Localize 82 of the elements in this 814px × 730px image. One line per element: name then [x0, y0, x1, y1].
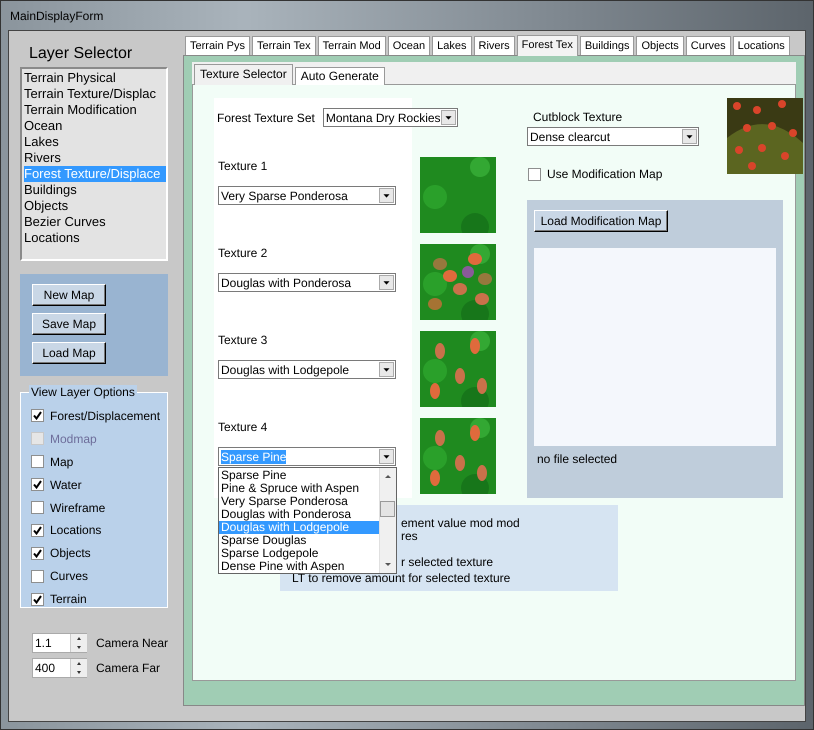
dropdown-option[interactable]: Sparse Lodgepole [219, 547, 379, 560]
layer-list-item[interactable]: Ocean [24, 118, 166, 134]
layer-checkbox[interactable] [31, 546, 44, 560]
map-button[interactable]: New Map [32, 284, 106, 306]
layer-checkbox[interactable] [31, 501, 44, 514]
layer-list-item[interactable]: Lakes [24, 134, 166, 150]
dropdown-option[interactable]: Sparse Douglas [219, 534, 379, 547]
checkbox-label: Curves [50, 569, 88, 584]
cutblock-dropdown[interactable]: Dense clearcut [527, 127, 699, 146]
info-text: ement value mod mod [401, 517, 520, 530]
tab[interactable]: Curves [686, 36, 731, 55]
dropdown-option[interactable]: Pine & Spruce with Aspen [219, 482, 379, 495]
info-text: res [401, 530, 418, 543]
tab[interactable]: Ocean [388, 36, 430, 55]
layer-list-item[interactable]: Locations [24, 230, 166, 246]
layer-selector-heading: Layer Selector [29, 45, 134, 64]
map-button[interactable]: Save Map [32, 313, 106, 335]
dropdown-option[interactable]: Sparse Pine [219, 469, 379, 482]
tab[interactable]: Texture Selector [194, 64, 293, 85]
info-text: r selected texture [401, 556, 494, 569]
spin-up-icon[interactable] [70, 634, 87, 643]
tab[interactable]: Locations [732, 36, 790, 55]
spin-down-icon[interactable] [71, 668, 87, 677]
number-field[interactable]: 400 [32, 658, 87, 678]
field-label: Texture 1 [218, 159, 268, 173]
tab[interactable]: Buildings [580, 36, 634, 55]
tab[interactable]: Terrain Pys [185, 36, 250, 55]
load-modification-map-button[interactable]: Load Modification Map [534, 210, 668, 232]
window-title: MainDisplayForm [10, 8, 104, 22]
map-button[interactable]: Load Map [32, 342, 106, 364]
texture-dropdown[interactable]: Very Sparse Ponderosa [218, 186, 396, 205]
file-status: no file selected [537, 452, 618, 466]
checkbox-label: Terrain [50, 592, 87, 606]
checkbox[interactable] [528, 168, 541, 180]
layer-list-item[interactable]: Bezier Curves [24, 214, 166, 230]
checkbox-label: Forest/Displacement [50, 408, 160, 423]
layer-list-item[interactable]: Objects [24, 198, 166, 214]
texture-dropdown[interactable]: Douglas with Lodgepole [218, 360, 396, 379]
dropdown-option[interactable]: Dense Pine with Aspen [219, 560, 379, 573]
field-label: Texture 3 [218, 333, 268, 347]
tab[interactable]: Objects [636, 36, 684, 55]
layer-list-item[interactable]: Rivers [24, 150, 166, 166]
tab[interactable]: Auto Generate [294, 67, 385, 85]
checkbox-label: Locations [50, 523, 102, 538]
checkbox-label: Objects [50, 546, 91, 560]
checkbox-label: Wireframe [50, 500, 106, 514]
layer-checkbox[interactable] [31, 455, 44, 468]
number-field[interactable]: 1.1 [32, 633, 87, 653]
layer-list-item[interactable]: Terrain Modification [24, 102, 166, 118]
layer-list-item[interactable]: Buildings [24, 182, 166, 198]
camera-label: Camera Near [96, 636, 168, 650]
scroll-thumb[interactable] [380, 501, 395, 517]
field-label: Texture 4 [218, 420, 268, 434]
info-text: LT to remove amount for selected texture [292, 572, 510, 585]
spin-down-icon[interactable] [70, 643, 87, 652]
checkbox-label: Water [50, 478, 82, 492]
texture-dropdown[interactable]: Douglas with Ponderosa [218, 273, 396, 292]
camera-label: Camera Far [96, 661, 160, 675]
scrollbar[interactable] [379, 468, 396, 573]
layer-checkbox[interactable] [31, 592, 44, 606]
group-title: View Layer Options [29, 385, 137, 399]
tab[interactable]: Rivers [474, 36, 515, 55]
layer-list-item[interactable]: Terrain Texture/Displac [24, 86, 166, 102]
layer-checkbox[interactable] [31, 478, 44, 492]
layer-list-item[interactable]: Terrain Physical [24, 70, 166, 86]
layer-checkbox[interactable] [31, 409, 44, 422]
checkbox-label: Map [50, 454, 74, 469]
dropdown-option[interactable]: Very Sparse Ponderosa [219, 495, 379, 508]
tab[interactable]: Forest Tex [516, 35, 578, 56]
field-label: Texture 2 [218, 246, 268, 260]
layer-checkbox[interactable] [31, 570, 44, 583]
texture-set-dropdown[interactable]: Montana Dry Rockies [322, 108, 458, 127]
spin-up-icon[interactable] [71, 659, 87, 668]
field-label: Forest Texture Set [217, 110, 315, 124]
layer-checkbox[interactable] [31, 524, 44, 537]
checkbox-label: Modmap [50, 432, 97, 446]
tab[interactable]: Terrain Tex [252, 36, 316, 55]
dropdown-option[interactable]: Douglas with Ponderosa [219, 508, 379, 521]
checkbox-label: Use Modification Map [547, 167, 662, 181]
field-label: Cutblock Texture [533, 110, 624, 124]
tab[interactable]: Terrain Mod [318, 36, 386, 55]
tab[interactable]: Lakes [432, 36, 472, 55]
